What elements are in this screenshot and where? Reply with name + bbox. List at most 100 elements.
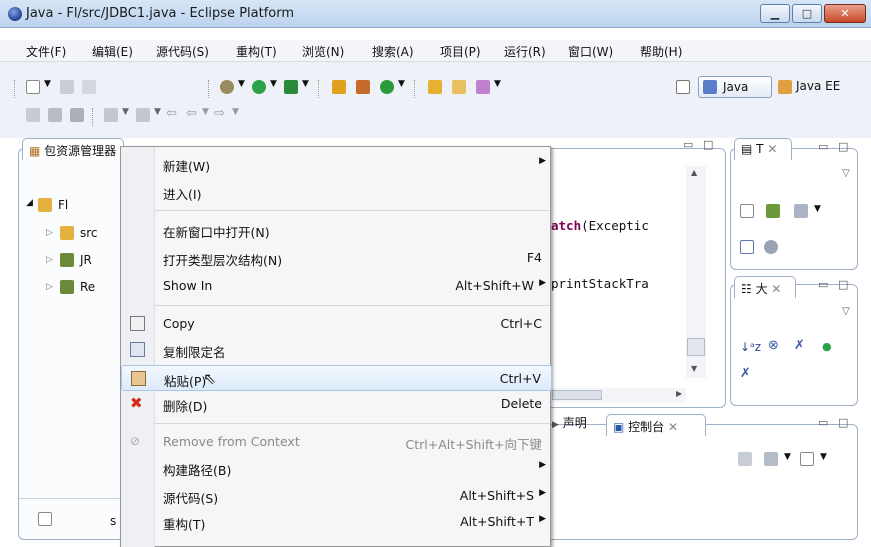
perspective-javaee[interactable]: Java EE xyxy=(796,79,840,93)
scroll-up-icon[interactable]: ▲ xyxy=(691,168,697,177)
tree-expand-icon[interactable]: ▷ xyxy=(46,255,53,265)
display-console-dropdown-icon[interactable]: ▼ xyxy=(784,452,791,462)
new-package-icon[interactable] xyxy=(356,80,370,94)
tree-item-jre[interactable]: JR xyxy=(80,253,92,267)
close-tab-icon[interactable]: ✕ xyxy=(768,282,781,296)
next-annotation-dropdown-icon[interactable]: ▼ xyxy=(122,107,129,117)
prev-annotation-icon[interactable] xyxy=(136,108,150,122)
search-dropdown-icon[interactable]: ▼ xyxy=(494,79,501,89)
new-class-dropdown-icon[interactable]: ▼ xyxy=(398,79,405,89)
tab-arrow-icon[interactable]: ▶ xyxy=(552,420,559,430)
new-dropdown-icon[interactable]: ▼ xyxy=(44,79,51,89)
tree-item-src[interactable]: src xyxy=(80,226,98,240)
forward-icon[interactable]: ⇨ xyxy=(214,106,225,121)
minimize-button[interactable]: ▁ xyxy=(760,4,790,23)
tree-expand-icon[interactable]: ▷ xyxy=(46,228,53,238)
menu-item-copy-qualified-name[interactable]: 复制限定名 xyxy=(121,337,552,363)
search-icon[interactable] xyxy=(476,80,490,94)
pin-console-icon[interactable] xyxy=(738,452,752,466)
maximize-button[interactable]: □ xyxy=(792,4,822,23)
external-tools-icon[interactable] xyxy=(284,80,298,94)
scroll-right-icon[interactable]: ▶ xyxy=(676,389,682,398)
close-tab-icon[interactable]: ✕ xyxy=(764,142,777,156)
tab-task-list[interactable]: ▤ T ✕ xyxy=(734,138,792,160)
minimize-view-icon[interactable]: ▭ xyxy=(818,416,828,429)
new-icon[interactable] xyxy=(26,80,40,94)
menu-item-new[interactable]: 新建(W) ▶ xyxy=(121,151,552,177)
tree-item-referenced[interactable]: Re xyxy=(80,280,95,294)
print-icon[interactable] xyxy=(82,80,96,94)
task-repository-icon[interactable] xyxy=(766,204,780,218)
view-menu-icon[interactable]: ▽ xyxy=(842,306,850,317)
perspective-java[interactable]: Java xyxy=(698,76,772,98)
scroll-down-icon[interactable]: ▼ xyxy=(691,364,697,373)
close-button[interactable]: ✕ xyxy=(824,4,866,23)
save-icon[interactable] xyxy=(60,80,74,94)
open-perspective-icon[interactable] xyxy=(676,80,690,94)
debug-icon[interactable] xyxy=(220,80,234,94)
sort-icon[interactable]: ↓ᵃz xyxy=(740,340,761,354)
new-class-icon[interactable] xyxy=(380,80,394,94)
maximize-view-icon[interactable]: □ xyxy=(838,140,848,153)
menu-refactor[interactable]: 重构(T) xyxy=(236,43,277,60)
annotation-icon[interactable] xyxy=(48,108,62,122)
menu-item-show-in[interactable]: Show In Alt+Shift+W ▶ xyxy=(121,273,552,299)
open-console-icon[interactable] xyxy=(800,452,814,466)
menu-run[interactable]: 运行(R) xyxy=(504,43,546,60)
menu-item-copy[interactable]: Copy Ctrl+C xyxy=(121,311,552,337)
h-scrollbar-thumb[interactable] xyxy=(552,390,602,400)
tree-item-project[interactable]: Fl xyxy=(58,198,68,212)
menu-item-open-new-window[interactable]: 在新窗口中打开(N) xyxy=(121,217,552,243)
menu-project[interactable]: 项目(P) xyxy=(440,43,481,60)
tab-declaration[interactable]: 声明 xyxy=(563,416,587,430)
menu-item-go-into[interactable]: 进入(I) xyxy=(121,179,552,205)
editor-horizontal-scrollbar[interactable]: ▶ xyxy=(552,388,686,402)
prev-annotation-dropdown-icon[interactable]: ▼ xyxy=(154,107,161,117)
new-java-project-icon[interactable] xyxy=(332,80,346,94)
next-annotation-icon[interactable] xyxy=(104,108,118,122)
last-edit-icon[interactable]: ⇦ xyxy=(166,106,177,121)
categorize-dropdown-icon[interactable]: ▼ xyxy=(814,204,821,214)
external-tools-dropdown-icon[interactable]: ▼ xyxy=(302,79,309,89)
hide-nonpublic-icon[interactable]: ● xyxy=(822,340,832,353)
menu-item-paste[interactable]: 粘贴(P) Ctrl+V xyxy=(121,365,552,391)
scrollbar-thumb[interactable] xyxy=(687,338,705,356)
focus-icon[interactable] xyxy=(764,240,778,254)
minimize-view-icon[interactable]: ▭ xyxy=(818,140,828,153)
maximize-view-icon[interactable]: □ xyxy=(838,278,848,291)
new-icon[interactable] xyxy=(38,512,52,526)
debug-dropdown-icon[interactable]: ▼ xyxy=(238,79,245,89)
tab-outline[interactable]: ☷ 大 ✕ xyxy=(734,276,796,298)
maximize-view-icon[interactable]: □ xyxy=(838,416,848,429)
new-task-icon[interactable] xyxy=(740,204,754,218)
menu-item-remove-from-context[interactable]: ⊘ Remove from Context Ctrl+Alt+Shift+向下键 xyxy=(121,429,552,455)
maximize-view-icon[interactable]: □ xyxy=(703,138,713,151)
forward-dropdown-icon[interactable]: ▼ xyxy=(232,107,239,117)
menu-source[interactable]: 源代码(S) xyxy=(156,43,209,60)
menu-help[interactable]: 帮助(H) xyxy=(640,43,682,60)
tree-expand-icon[interactable]: ◢ xyxy=(26,198,33,208)
minimize-view-icon[interactable]: ▭ xyxy=(683,138,693,151)
menu-item-refactor[interactable]: 重构(T) Alt+Shift+T ▶ xyxy=(121,509,552,535)
show-whitespace-icon[interactable] xyxy=(70,108,84,122)
open-console-dropdown-icon[interactable]: ▼ xyxy=(820,452,827,462)
run-icon[interactable] xyxy=(252,80,266,94)
back-icon[interactable]: ⇦ xyxy=(186,106,197,121)
menu-item-delete[interactable]: ✖ 删除(D) Delete xyxy=(121,391,552,417)
categorize-icon[interactable] xyxy=(794,204,808,218)
menu-navigate[interactable]: 浏览(N) xyxy=(302,43,344,60)
menu-file[interactable]: 文件(F) xyxy=(26,43,66,60)
display-console-icon[interactable] xyxy=(764,452,778,466)
menu-window[interactable]: 窗口(W) xyxy=(568,43,613,60)
minimize-view-icon[interactable]: ▭ xyxy=(818,278,828,291)
menu-item-build-path[interactable]: 构建路径(B) ▶ xyxy=(121,455,552,481)
back-dropdown-icon[interactable]: ▼ xyxy=(202,107,209,117)
hide-fields-icon[interactable]: ⊗ xyxy=(768,338,779,353)
tab-console[interactable]: ▣ 控制台 ✕ xyxy=(606,414,706,436)
open-task-icon[interactable] xyxy=(452,80,466,94)
view-menu-icon[interactable]: ▽ xyxy=(842,168,850,179)
menu-item-open-type-hierarchy[interactable]: 打开类型层次结构(N) F4 xyxy=(121,245,552,271)
tab-package-explorer[interactable]: ▦ 包资源管理器 xyxy=(22,138,124,160)
toggle-mark-icon[interactable] xyxy=(26,108,40,122)
run-dropdown-icon[interactable]: ▼ xyxy=(270,79,277,89)
